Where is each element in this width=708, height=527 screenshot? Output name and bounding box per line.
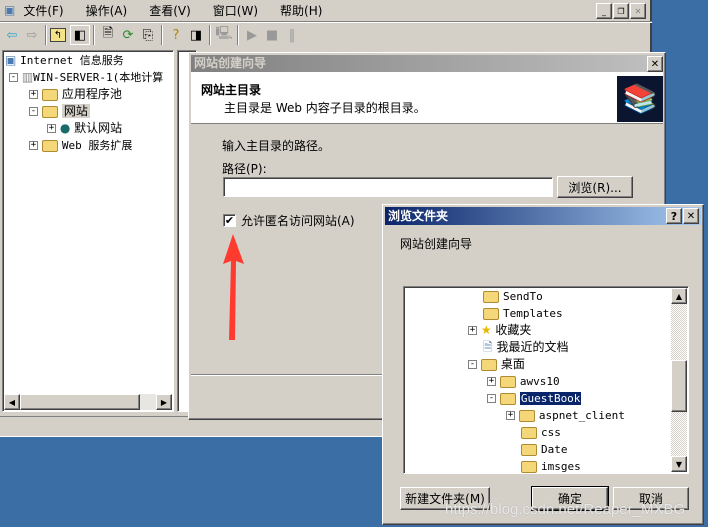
server-icon: ▥ — [21, 70, 34, 84]
help-icon[interactable]: ? — [166, 25, 186, 45]
browse-description: 网站创建向导 — [400, 237, 473, 251]
tree-item-default-site[interactable]: + ● 默认网站 — [47, 120, 122, 137]
folder-icon — [41, 139, 58, 152]
tree-item[interactable]: SendTo — [483, 288, 543, 305]
tree-item-iis[interactable]: ▣ Internet 信息服务 — [5, 52, 124, 69]
anonymous-access-checkbox[interactable]: ✔ 允许匿名访问网站(A) — [223, 212, 355, 229]
browse-folder-dialog: 浏览文件夹 ? ✕ 网站创建向导 SendTo Templates + ★ 收藏… — [382, 204, 704, 525]
checkbox-checked[interactable]: ✔ — [223, 214, 236, 227]
tree-pane: ▣ Internet 信息服务 - ▥WIN-SERVER-1(本地计算 + 应… — [2, 50, 174, 412]
collapse-icon[interactable]: - — [29, 107, 38, 116]
expand-icon[interactable]: + — [487, 377, 496, 386]
play-icon[interactable]: ▶ — [242, 25, 262, 45]
minimize-button[interactable]: _ — [596, 3, 612, 19]
path-input[interactable] — [223, 177, 553, 197]
path-instruction: 输入主目录的路径。 — [222, 139, 331, 153]
scroll-right-button[interactable]: ▶ — [156, 394, 172, 410]
tree-item-selected[interactable]: - GuestBook — [487, 390, 583, 407]
show-tree-icon[interactable]: ◧ — [70, 25, 90, 45]
wizard-heading: 网站主目录 — [201, 83, 262, 97]
folder-icon — [521, 443, 537, 456]
action-pane-icon[interactable]: ◨ — [186, 25, 206, 45]
app-icon: ▣ — [4, 3, 16, 17]
expand-icon[interactable]: + — [468, 326, 477, 335]
annotation-arrow — [223, 234, 244, 340]
scroll-down-button[interactable]: ▼ — [671, 456, 687, 472]
expand-icon[interactable]: + — [29, 90, 38, 99]
tree-item[interactable]: - 桌面 — [468, 356, 525, 373]
menu-help[interactable]: 帮助(H) — [280, 2, 322, 19]
expand-icon[interactable]: + — [29, 141, 38, 150]
watermark: https://blog.csdn.net/Reaper_MXBG — [445, 501, 686, 518]
folder-icon — [521, 460, 537, 473]
tree-item-web-extensions[interactable]: + Web 服务扩展 — [29, 137, 132, 154]
expand-icon[interactable]: + — [506, 411, 515, 420]
arrow-head — [223, 234, 244, 340]
wizard-title-bar: 网站创建向导 — [191, 55, 663, 72]
recent-docs-icon: 🗎 — [483, 340, 493, 354]
browse-button[interactable]: 浏览(R)... — [557, 176, 633, 198]
toolbar: ⇦ ⇨ ↰ ◧ 🗎 ⟳ ⎘ ? ◨ 🖳 ▶ ■ ‖ — [2, 24, 302, 46]
tree-item[interactable]: Templates — [483, 305, 563, 322]
vertical-scrollbar[interactable]: ▲ ▼ — [671, 288, 687, 472]
properties-icon[interactable]: 🗎 — [98, 25, 118, 45]
tree-item[interactable]: 🗎 我最近的文档 — [483, 339, 569, 356]
folder-icon — [499, 375, 516, 388]
wizard-subheading: 主目录是 Web 内容子目录的根目录。 — [224, 101, 426, 115]
stop-icon[interactable]: ■ — [262, 25, 282, 45]
collapse-icon[interactable]: - — [487, 394, 496, 403]
tree-item-app-pools[interactable]: + 应用程序池 — [29, 86, 122, 103]
folder-icon — [518, 409, 535, 422]
close-button[interactable]: ✕ — [630, 3, 646, 19]
scroll-thumb[interactable] — [671, 360, 687, 412]
browse-title-bar: 浏览文件夹 — [385, 207, 701, 225]
folder-icon — [41, 88, 58, 101]
tree-item[interactable]: + aspnet_client — [506, 407, 625, 424]
tree-item-websites[interactable]: - 网站 — [29, 103, 90, 120]
scroll-left-button[interactable]: ◀ — [4, 394, 20, 410]
up-folder-icon[interactable]: ↰ — [50, 28, 66, 42]
back-icon[interactable]: ⇦ — [2, 25, 22, 45]
pause-icon[interactable]: ‖ — [282, 25, 302, 45]
folder-icon — [483, 307, 499, 320]
iis-icon: ▣ — [5, 53, 17, 67]
horizontal-scrollbar[interactable]: ◀ ▶ — [4, 394, 172, 410]
folder-icon — [480, 358, 497, 371]
folder-tree: SendTo Templates + ★ 收藏夹 🗎 我最近的文档 - 桌面 +… — [403, 286, 689, 474]
folder-icon — [521, 426, 537, 439]
globe-icon: ● — [59, 121, 71, 135]
folder-icon — [483, 290, 499, 303]
collapse-icon[interactable]: - — [9, 73, 18, 82]
forward-icon[interactable]: ⇨ — [22, 25, 42, 45]
scroll-up-button[interactable]: ▲ — [671, 288, 687, 304]
tree-item[interactable]: + ★ 收藏夹 — [468, 322, 531, 339]
wizard-header: 网站主目录 主目录是 Web 内容子目录的根目录。 📚 — [191, 72, 663, 124]
path-label: 路径(P): — [222, 162, 267, 176]
menu-action[interactable]: 操作(A) — [86, 2, 128, 19]
menu-bar: ▣ 文件(F) 操作(A) 查看(V) 窗口(W) 帮助(H) — [0, 0, 652, 20]
refresh-icon[interactable]: ⟳ — [118, 25, 138, 45]
restore-button[interactable]: ❐ — [613, 3, 629, 19]
menu-window[interactable]: 窗口(W) — [213, 2, 258, 19]
wizard-books-icon: 📚 — [617, 76, 663, 122]
tree-item[interactable]: + awvs10 — [487, 373, 560, 390]
tree-item[interactable]: imsges — [521, 458, 581, 473]
folder-icon — [41, 105, 58, 118]
folder-open-icon — [499, 392, 516, 405]
wizard-close-button[interactable]: ✕ — [647, 56, 663, 72]
tree-item-server[interactable]: - ▥WIN-SERVER-1(本地计算 — [9, 69, 163, 86]
tree-item[interactable]: Date — [521, 441, 568, 458]
collapse-icon[interactable]: - — [468, 360, 477, 369]
expand-icon[interactable]: + — [47, 124, 56, 133]
menu-view[interactable]: 查看(V) — [149, 2, 191, 19]
scroll-thumb[interactable] — [20, 394, 140, 410]
browse-close-button[interactable]: ✕ — [683, 208, 699, 224]
menu-file[interactable]: 文件(F) — [23, 2, 63, 19]
star-icon: ★ — [480, 323, 492, 337]
computer-icon[interactable]: 🖳 — [214, 25, 234, 45]
export-icon[interactable]: ⎘ — [138, 25, 158, 45]
tree-item[interactable]: css — [521, 424, 561, 441]
help-button[interactable]: ? — [666, 208, 682, 224]
